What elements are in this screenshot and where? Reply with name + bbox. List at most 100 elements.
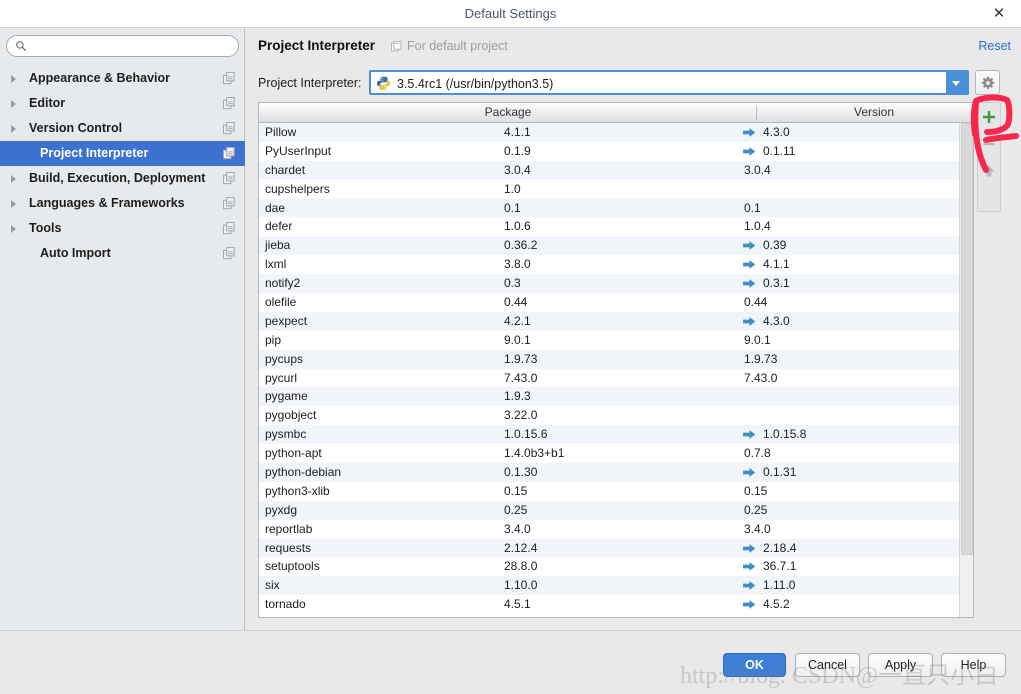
sidebar-item-editor[interactable]: Editor	[0, 91, 245, 116]
table-row[interactable]: python-apt 1.4.0b3+b1 0.7.8	[259, 444, 959, 464]
search-input[interactable]	[6, 35, 239, 57]
interpreter-dropdown[interactable]: 3.5.4rc1 (/usr/bin/python3.5)	[369, 70, 969, 95]
cell-package: pexpect	[265, 313, 308, 328]
table-row[interactable]: lxml 3.8.0 4.1.1	[259, 255, 959, 275]
sidebar-item-project-interpreter[interactable]: Project Interpreter	[0, 141, 245, 166]
table-row[interactable]: jieba 0.36.2 0.39	[259, 236, 959, 256]
table-row[interactable]: pip 9.0.1 9.0.1	[259, 330, 959, 350]
chevron-right-icon[interactable]	[11, 100, 16, 108]
table-row[interactable]: pexpect 4.2.1 4.3.0	[259, 311, 959, 331]
copy-settings-icon[interactable]	[391, 41, 403, 53]
table-row[interactable]: pysmbc 1.0.15.6 1.0.15.8	[259, 425, 959, 445]
table-row[interactable]: six 1.10.0 1.11.0	[259, 576, 959, 596]
chevron-right-icon[interactable]	[11, 175, 16, 183]
cell-latest: 1.9.73	[744, 351, 778, 366]
cell-package: six	[265, 578, 280, 593]
chevron-right-icon[interactable]	[11, 75, 16, 83]
upgrade-available-icon	[743, 543, 756, 553]
cell-latest: 3.4.0	[744, 521, 771, 536]
scrollbar-thumb[interactable]	[961, 123, 973, 555]
table-row[interactable]: setuptools 28.8.0 36.7.1	[259, 557, 959, 577]
copy-icon[interactable]	[223, 172, 236, 185]
settings-tree: Appearance & Behavior Editor Version Contr…	[0, 66, 245, 266]
cell-version: 1.0.15.6	[504, 427, 548, 442]
cancel-button[interactable]: Cancel	[795, 653, 860, 677]
sidebar-item-build-execution-deployment[interactable]: Build, Execution, Deployment	[0, 166, 245, 191]
cell-version: 2.12.4	[504, 540, 538, 555]
table-row[interactable]: pyxdg 0.25 0.25	[259, 500, 959, 520]
settings-dialog: Default Settings ✕ Appearance & Behavior…	[0, 0, 1021, 694]
table-row[interactable]: pycups 1.9.73 1.9.73	[259, 349, 959, 369]
table-row[interactable]: cupshelpers 1.0	[259, 179, 959, 199]
table-row[interactable]: requests 2.12.4 2.18.4	[259, 538, 959, 558]
table-row[interactable]: defer 1.0.6 1.0.4	[259, 217, 959, 237]
table-row[interactable]: pygame 1.9.3	[259, 387, 959, 407]
chevron-right-icon[interactable]	[11, 125, 16, 133]
table-row[interactable]: PyUserInput 0.1.9 0.1.11	[259, 141, 959, 161]
cell-latest: 0.44	[744, 295, 768, 310]
cell-version: 9.0.1	[504, 332, 531, 347]
copy-icon[interactable]	[223, 147, 236, 160]
packages-table: PackageVersionLatest Pillow 4.1.1 4.3.0 PyU…	[258, 102, 974, 618]
panel-header: Project Interpreter For default project …	[246, 28, 1021, 64]
cell-version: 4.1.1	[504, 125, 531, 139]
table-vertical-scrollbar[interactable]	[959, 123, 973, 617]
copy-icon[interactable]	[223, 97, 236, 110]
chevron-right-icon[interactable]	[11, 200, 16, 208]
table-row[interactable]: pycurl 7.43.0 7.43.0	[259, 368, 959, 388]
cell-latest: 4.5.2	[763, 597, 790, 612]
copy-icon[interactable]	[223, 222, 236, 235]
sidebar-item-version-control[interactable]: Version Control	[0, 116, 245, 141]
table-row[interactable]: dae 0.1 0.1	[259, 198, 959, 218]
cell-package: pygobject	[265, 408, 317, 423]
copy-icon[interactable]	[223, 72, 236, 85]
table-row[interactable]: tornado 4.5.1 4.5.2	[259, 595, 959, 615]
column-divider[interactable]	[756, 106, 757, 120]
add-package-button[interactable]	[978, 103, 1000, 130]
sidebar-item-appearance-behavior[interactable]: Appearance & Behavior	[0, 66, 245, 91]
project-interpreter-panel: Project Interpreter For default project …	[246, 28, 1021, 630]
ok-button[interactable]: OK	[723, 653, 786, 677]
sidebar-item-tools[interactable]: Tools	[0, 216, 245, 241]
help-button[interactable]: Help	[941, 653, 1006, 677]
column-header-version[interactable]: Version	[756, 103, 973, 122]
table-row[interactable]: olefile 0.44 0.44	[259, 293, 959, 312]
apply-button[interactable]: Apply	[868, 653, 933, 677]
interpreter-label: Project Interpreter:	[258, 76, 362, 90]
table-row[interactable]: python3-xlib 0.15 0.15	[259, 481, 959, 501]
upgrade-available-icon	[743, 146, 756, 156]
cell-version: 0.1.9	[504, 143, 531, 158]
copy-icon[interactable]	[223, 197, 236, 210]
search-field-wrapper	[6, 35, 239, 57]
copy-icon[interactable]	[223, 247, 236, 260]
upgrade-package-button	[978, 157, 1000, 184]
chevron-right-icon[interactable]	[11, 225, 16, 233]
python-icon	[376, 76, 391, 91]
table-row[interactable]: chardet 3.0.4 3.0.4	[259, 160, 959, 180]
cell-version: 3.8.0	[504, 257, 531, 272]
table-row[interactable]: Pillow 4.1.1 4.3.0	[259, 123, 959, 142]
sidebar-item-auto-import[interactable]: Auto Import	[0, 241, 245, 266]
cell-package: cupshelpers	[265, 181, 330, 196]
table-row[interactable]: pygobject 3.22.0	[259, 406, 959, 426]
copy-icon[interactable]	[223, 122, 236, 135]
cell-version: 4.2.1	[504, 313, 531, 328]
interpreter-dropdown-toggle[interactable]	[946, 72, 967, 93]
cell-version: 0.15	[504, 483, 528, 498]
table-row[interactable]: python-debian 0.1.30 0.1.31	[259, 463, 959, 482]
interpreter-row: Project Interpreter: 3.5.4rc1 (/usr/bin/…	[246, 70, 1021, 98]
close-icon[interactable]: ✕	[985, 3, 1013, 25]
sidebar-item-label: Project Interpreter	[40, 146, 149, 160]
cell-latest: 0.15	[744, 483, 768, 498]
sidebar-item-label: Build, Execution, Deployment	[29, 171, 206, 185]
reset-link[interactable]: Reset	[978, 39, 1011, 53]
remove-package-button	[978, 130, 1000, 157]
sidebar-item-label: Auto Import	[40, 246, 111, 260]
table-row[interactable]: reportlab 3.4.0 3.4.0	[259, 519, 959, 539]
sidebar-item-languages-frameworks[interactable]: Languages & Frameworks	[0, 191, 245, 216]
table-row[interactable]: notify2 0.3 0.3.1	[259, 274, 959, 294]
interpreter-settings-button[interactable]	[975, 70, 1000, 95]
column-header-package[interactable]: Package	[260, 103, 756, 122]
cell-package: requests	[265, 540, 312, 555]
cell-latest: 9.0.1	[744, 332, 771, 347]
